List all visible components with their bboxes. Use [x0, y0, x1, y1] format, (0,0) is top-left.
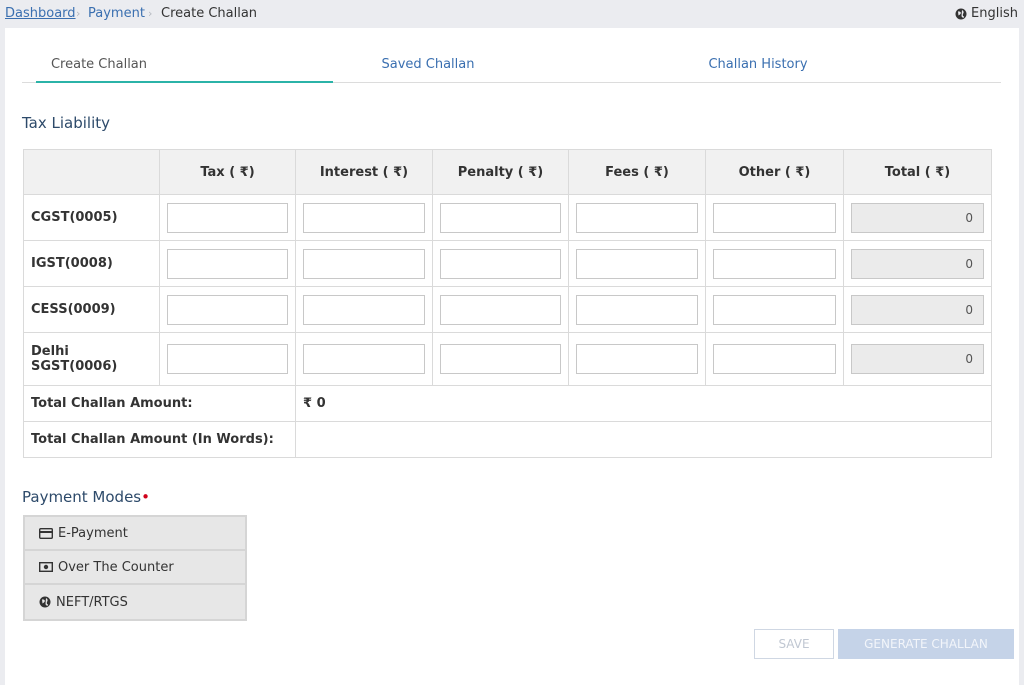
row-label-sgst: Delhi SGST(0006)	[23, 332, 160, 386]
breadcrumb-separator: ›	[76, 7, 81, 20]
cess-total-field	[851, 294, 984, 325]
row-label-cgst: CGST(0005)	[23, 194, 160, 241]
payment-mode-label: NEFT/RTGS	[56, 594, 128, 610]
table-row: CESS(0009)	[23, 286, 992, 333]
total-amount-row: Total Challan Amount: ₹ 0	[23, 385, 992, 422]
column-header-penalty: Penalty ( ₹)	[432, 149, 569, 195]
breadcrumb-separator: ›	[148, 7, 153, 20]
tax-liability-table: Tax ( ₹) Interest ( ₹) Penalty ( ₹) Fees…	[23, 149, 992, 458]
payment-modes-list: E-Payment Over The Counter NEFT/RTGS	[23, 515, 247, 621]
credit-card-icon	[39, 527, 53, 539]
sgst-tax-input[interactable]	[167, 344, 288, 374]
active-tab-indicator	[36, 81, 333, 83]
tab-saved-challan[interactable]: Saved Challan	[363, 57, 493, 72]
cess-tax-input[interactable]	[167, 294, 288, 325]
cgst-other-input[interactable]	[713, 202, 836, 233]
cgst-fees-input[interactable]	[576, 202, 698, 233]
igst-penalty-input[interactable]	[440, 248, 561, 279]
column-header	[23, 149, 160, 195]
cash-icon	[39, 562, 53, 572]
column-header-other: Other ( ₹)	[705, 149, 844, 195]
sgst-fees-input[interactable]	[576, 344, 698, 374]
payment-modes-title: Payment Modes•	[22, 488, 150, 506]
row-label-cess: CESS(0009)	[23, 286, 160, 333]
sgst-penalty-input[interactable]	[440, 344, 561, 374]
column-header-fees: Fees ( ₹)	[568, 149, 706, 195]
breadcrumb-dashboard[interactable]: Dashboard	[5, 6, 76, 21]
table-row: CGST(0005)	[23, 194, 992, 241]
generate-challan-button[interactable]: GENERATE CHALLAN	[838, 629, 1014, 659]
main-panel: Create Challan Saved Challan Challan His…	[5, 28, 1019, 685]
challan-tabs: Create Challan Saved Challan Challan His…	[22, 54, 1001, 83]
total-amount-value: ₹ 0	[295, 385, 992, 422]
column-header-interest: Interest ( ₹)	[295, 149, 433, 195]
payment-modes-label: Payment Modes	[22, 488, 142, 506]
cess-interest-input[interactable]	[303, 294, 425, 325]
cgst-interest-input[interactable]	[303, 202, 425, 233]
cess-other-input[interactable]	[713, 294, 836, 325]
table-header-row: Tax ( ₹) Interest ( ₹) Penalty ( ₹) Fees…	[23, 149, 992, 195]
sgst-total-field	[851, 344, 984, 374]
tab-challan-history[interactable]: Challan History	[688, 57, 828, 72]
sgst-interest-input[interactable]	[303, 344, 425, 374]
cgst-penalty-input[interactable]	[440, 202, 561, 233]
breadcrumb-current: Create Challan	[161, 6, 258, 21]
cess-fees-input[interactable]	[576, 294, 698, 325]
igst-fees-input[interactable]	[576, 248, 698, 279]
igst-tax-input[interactable]	[167, 248, 288, 279]
total-words-value	[295, 421, 992, 458]
column-header-tax: Tax ( ₹)	[159, 149, 296, 195]
language-label: English	[971, 6, 1018, 21]
sgst-other-input[interactable]	[713, 344, 836, 374]
payment-mode-over-the-counter[interactable]: Over The Counter	[25, 551, 245, 585]
payment-mode-label: Over The Counter	[58, 559, 174, 575]
payment-mode-neft-rtgs[interactable]: NEFT/RTGS	[25, 585, 245, 619]
tax-liability-title: Tax Liability	[22, 114, 111, 132]
table-row: Delhi SGST(0006)	[23, 332, 992, 386]
igst-interest-input[interactable]	[303, 248, 425, 279]
payment-mode-label: E-Payment	[58, 525, 128, 541]
table-row: IGST(0008)	[23, 240, 992, 287]
column-header-total: Total ( ₹)	[843, 149, 992, 195]
save-button[interactable]: SAVE	[754, 629, 834, 659]
tab-create-challan[interactable]: Create Challan	[36, 57, 162, 72]
language-selector[interactable]: English	[955, 6, 1018, 21]
globe-icon	[39, 596, 51, 608]
total-words-label: Total Challan Amount (In Words):	[23, 421, 296, 458]
total-words-row: Total Challan Amount (In Words):	[23, 421, 992, 458]
igst-total-field	[851, 248, 984, 279]
globe-icon	[955, 8, 967, 19]
row-label-igst: IGST(0008)	[23, 240, 160, 287]
required-mark: •	[141, 488, 150, 506]
cgst-total-field	[851, 202, 984, 233]
igst-other-input[interactable]	[713, 248, 836, 279]
cgst-tax-input[interactable]	[167, 202, 288, 233]
total-amount-label: Total Challan Amount:	[23, 385, 296, 422]
payment-mode-epayment[interactable]: E-Payment	[25, 517, 245, 551]
top-bar: Dashboard › Payment › Create Challan Eng…	[0, 0, 1024, 28]
cess-penalty-input[interactable]	[440, 294, 561, 325]
breadcrumb-payment[interactable]: Payment	[88, 6, 145, 21]
